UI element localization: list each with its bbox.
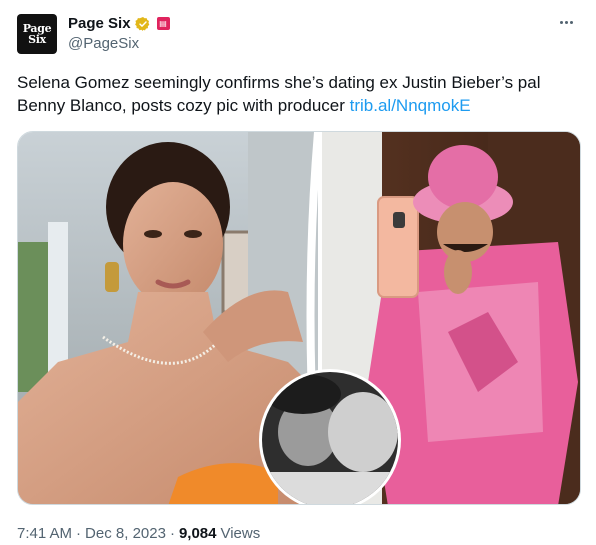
- views-label: Views: [220, 525, 261, 542]
- meta-separator: ·: [169, 525, 175, 542]
- tweet-link[interactable]: trib.al/NnqmokE: [350, 96, 471, 115]
- author-name-row: Page Six ▤: [68, 15, 170, 32]
- affiliate-badge-icon[interactable]: ▤: [156, 17, 170, 30]
- author-avatar[interactable]: Page Six: [17, 14, 57, 54]
- tweet-meta: 7:41 AM · Dec 8, 2023 · 9,084 Views: [17, 525, 260, 542]
- tweet-media-image[interactable]: [17, 131, 581, 505]
- author-handle[interactable]: @PageSix: [68, 35, 139, 52]
- avatar-text-line2: Six: [28, 33, 46, 46]
- tweet-text: Selena Gomez seemingly confirms she’s da…: [17, 71, 577, 117]
- meta-separator: ·: [76, 525, 82, 542]
- more-options-icon[interactable]: [554, 12, 578, 32]
- tweet-time[interactable]: 7:41 AM: [17, 525, 72, 542]
- author-display-name[interactable]: Page Six: [68, 15, 131, 32]
- views-count[interactable]: 9,084: [179, 525, 217, 542]
- verified-badge-icon[interactable]: [134, 16, 151, 32]
- tweet-card: Page Six Page Six ▤ @PageSix Selena Gome…: [0, 0, 596, 545]
- media-photo-collage: [18, 132, 580, 504]
- tweet-date[interactable]: Dec 8, 2023: [85, 525, 166, 542]
